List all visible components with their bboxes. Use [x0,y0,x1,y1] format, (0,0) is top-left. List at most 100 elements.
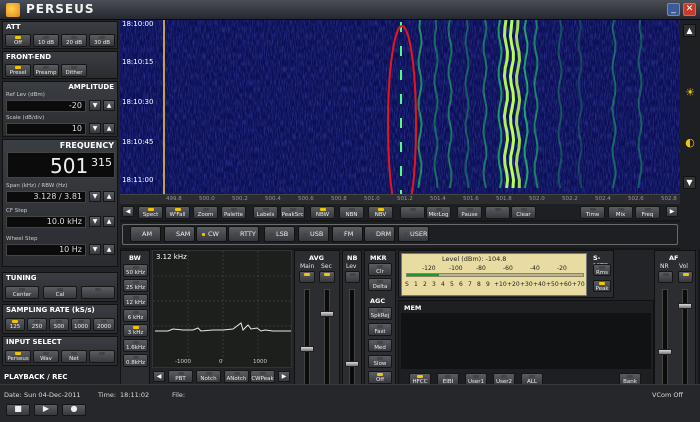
ref-level-up-icon[interactable]: ▲ [103,100,115,111]
toolbar-button-wfall[interactable]: W'Fall [165,206,190,219]
toolbar-button-freq[interactable]: Freq [635,206,660,219]
bw-16khz-button[interactable]: 1.6kHz [123,339,148,352]
mode-lsb-button[interactable]: LSB [264,226,295,242]
mode-am-button[interactable]: AM [130,226,161,242]
avg-main-slider[interactable] [304,289,310,385]
wheel-step-up-icon[interactable]: ▲ [103,244,115,255]
toolbar-button-clear[interactable]: Clear [511,206,536,219]
scroll-up-icon[interactable]: ▲ [683,24,696,37]
cf-step-value[interactable]: 10.0 kHz [6,216,86,228]
toolbar-button-spect[interactable]: Spect [138,206,163,219]
tuning-extra-button[interactable] [81,286,115,299]
af-nr-button[interactable] [658,271,673,283]
mem-list[interactable] [401,313,651,369]
bw-6khz-button[interactable]: 6 kHz [123,309,148,322]
brightness-icon[interactable]: ☀ [683,86,697,100]
record-icon[interactable]: ● [62,404,86,416]
toolbar-button-palette[interactable]: Palette [221,206,246,219]
cf-step-up-icon[interactable]: ▲ [103,216,115,227]
bw-25khz-button[interactable]: 25 kHz [123,279,148,292]
mode-sam-button[interactable]: SAM [164,226,195,242]
stop-icon[interactable]: ■ [6,404,30,416]
agc-off-button[interactable]: Off [368,371,392,384]
bw-3khz-button[interactable]: 3 kHz [123,324,148,337]
sampling-125-button[interactable]: 125 [5,318,25,331]
mkr-delta-button[interactable]: Delta [368,278,392,291]
center-button[interactable]: Center [5,286,39,299]
mode-cw-button[interactable]: CW [196,226,227,242]
bw-50khz-button[interactable]: 50 kHz [123,264,148,277]
filter-pbt-button[interactable]: PBT [168,370,193,383]
scale-value[interactable]: 10 [6,123,86,135]
smeter-peak-button[interactable]: Peak [593,280,611,292]
toolbar-button-blank[interactable] [485,206,510,219]
input-net-button[interactable]: Net [61,350,87,363]
att-off-button[interactable]: Off [5,34,31,47]
play-icon[interactable]: ▶ [34,404,58,416]
toolbar-button-mkrlog[interactable]: MkrLog [426,206,451,219]
waterfall-display[interactable]: 18:10:00 18:10:15 18:10:30 18:10:45 18:1… [120,20,680,194]
filter-display[interactable]: 3.12 kHz -1000 0 1000 [152,250,293,368]
filter-cwpeak-button[interactable]: CWPeak [250,370,275,383]
sampling-500-button[interactable]: 500 [49,318,69,331]
att-20db-button[interactable]: 20 dB [61,34,87,47]
toolbar-button-mix[interactable]: Mix [608,206,633,219]
mode-rtty-button[interactable]: RTTY [228,226,259,242]
sampling-1000-button[interactable]: 1000 [71,318,91,331]
scale-down-icon[interactable]: ▼ [89,123,101,134]
span-rbw-value[interactable]: 3.128 / 3.81 [6,191,86,203]
preamp-button[interactable]: Preamp [33,64,59,77]
toolbar-button-pause[interactable]: Pause [457,206,482,219]
input-wav-button[interactable]: Wav [33,350,59,363]
filter-anotch-button[interactable]: ANotch [224,370,249,383]
att-10db-button[interactable]: 10 dB [33,34,59,47]
wheel-step-value[interactable]: 10 Hz [6,244,86,256]
att-30db-button[interactable]: 30 dB [89,34,115,47]
mode-fm-button[interactable]: FM [332,226,363,242]
agc-spkrej-button[interactable]: SpkRej [368,307,392,320]
toolbar-button-peaksrc[interactable]: PeakSrc [280,206,305,219]
frequency-display[interactable]: 501 315 [7,152,115,178]
input-extra-button[interactable] [89,350,115,363]
span-down-icon[interactable]: ▼ [89,191,101,202]
scroll-down-icon[interactable]: ▼ [683,176,696,189]
presel-button[interactable]: Presel [5,64,31,77]
avg-sec-slider[interactable] [324,289,330,385]
wheel-step-down-icon[interactable]: ▼ [89,244,101,255]
avg-main-slider-knob[interactable] [300,346,314,352]
sampling-2000-button[interactable]: 2000 [93,318,115,331]
mode-user-button[interactable]: USER [398,226,429,242]
nb-level-slider-knob[interactable] [345,361,359,367]
bw-08khz-button[interactable]: 0.8kHz [123,354,148,367]
cal-button[interactable]: Cal [43,286,77,299]
toolbar-button-nbn[interactable]: NBN [339,206,364,219]
input-perseus-button[interactable]: Perseus [5,350,31,363]
avg-sec-button[interactable] [319,271,335,283]
agc-fast-button[interactable]: Fast [368,323,392,336]
scale-up-icon[interactable]: ▲ [103,123,115,134]
avg-sec-slider-knob[interactable] [320,311,334,317]
ref-level-value[interactable]: -20 [6,100,86,112]
agc-slow-button[interactable]: Slow [368,355,392,368]
close-button[interactable]: ✕ [683,3,696,16]
agc-med-button[interactable]: Med [368,339,392,352]
nb-button[interactable] [345,271,360,283]
cf-step-down-icon[interactable]: ▼ [89,216,101,227]
nb-level-slider[interactable] [349,289,355,385]
mkr-clr-button[interactable]: Clr [368,263,392,276]
smeter-rms-button[interactable]: Rms [593,264,611,276]
sampling-250-button[interactable]: 250 [27,318,47,331]
toolbar-button-time[interactable]: Time [580,206,605,219]
mode-usb-button[interactable]: USB [298,226,329,242]
toolbar-button-nbv[interactable]: NBV [368,206,393,219]
mode-drm-button[interactable]: DRM [364,226,395,242]
af-nr-slider[interactable] [662,289,668,385]
toolbar-left-arrow-icon[interactable]: ◀ [122,206,134,217]
dither-button[interactable]: Dither [61,64,87,77]
toolbar-right-arrow-icon[interactable]: ▶ [666,206,678,217]
af-nr-slider-knob[interactable] [658,349,672,355]
toolbar-button-zoom[interactable]: Zoom [193,206,218,219]
minimize-button[interactable]: _ [667,3,680,16]
af-volume-slider-knob[interactable] [678,303,692,309]
filter-notch-button[interactable]: Notch [196,370,221,383]
